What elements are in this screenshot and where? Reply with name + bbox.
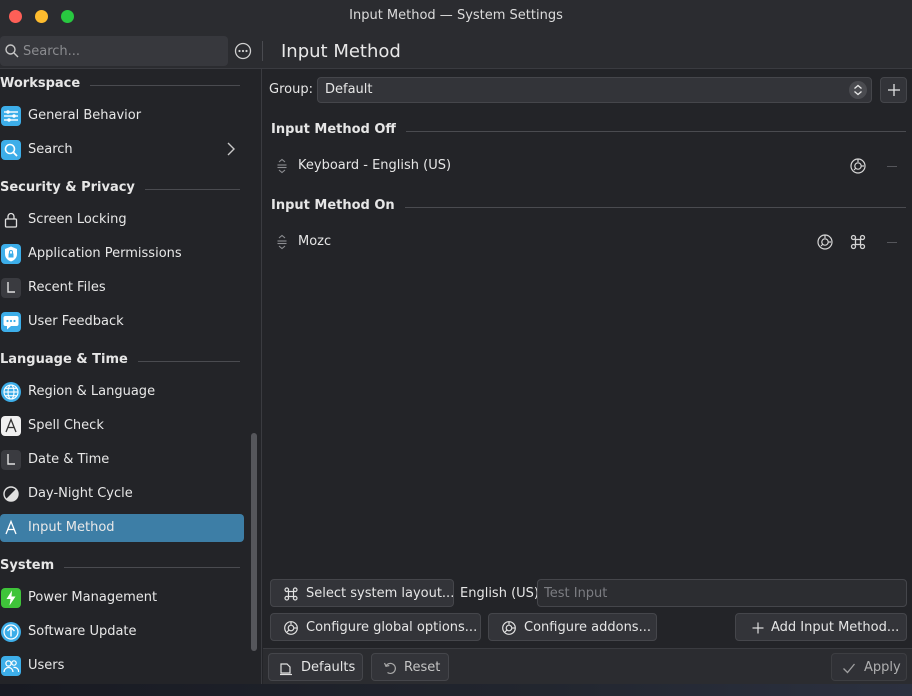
- sidebar-item-day-night-cycle[interactable]: Day-Night Cycle: [0, 480, 244, 508]
- footer-bar: Defaults Reset Apply: [263, 649, 912, 684]
- sidebar-item-spell-check[interactable]: Spell Check: [0, 412, 244, 440]
- plus-icon: [887, 83, 901, 97]
- title-bar: Input Method — System Settings: [0, 0, 912, 33]
- sidebar-item-region-language[interactable]: Region & Language: [0, 378, 244, 406]
- globe-icon: [1, 382, 21, 402]
- day-night-icon: [1, 484, 21, 504]
- spell-check-icon: [1, 416, 21, 436]
- sidebar-item-date-time[interactable]: Date & Time: [0, 446, 244, 474]
- sidebar-item-software-update[interactable]: Software Update: [0, 618, 244, 646]
- search-icon: [4, 43, 20, 59]
- drag-handle-icon[interactable]: [276, 158, 288, 174]
- sidebar-item-general-behavior[interactable]: General Behavior: [0, 102, 244, 130]
- plus-icon: [750, 620, 766, 636]
- search-icon: [1, 140, 21, 160]
- gear-icon: [501, 620, 517, 636]
- category-security-privacy: Security & Privacy: [0, 179, 240, 199]
- search-box[interactable]: [0, 36, 228, 66]
- hamburger-menu-icon[interactable]: [234, 42, 252, 60]
- update-icon: [1, 622, 21, 642]
- reset-button[interactable]: Reset: [371, 653, 449, 681]
- drag-handle-icon[interactable]: [276, 234, 288, 250]
- chevron-right-icon: [225, 142, 237, 156]
- undo-icon: [382, 660, 398, 676]
- defaults-icon: [278, 660, 294, 676]
- add-input-method-button[interactable]: Add Input Method...: [735, 613, 907, 641]
- shield-icon: [1, 244, 21, 264]
- header-separator: [262, 41, 263, 61]
- configure-addons-button[interactable]: Configure addons...: [488, 613, 657, 641]
- configure-global-options-button[interactable]: Configure global options...: [270, 613, 481, 641]
- sidebar-item-input-method[interactable]: Input Method: [0, 514, 244, 542]
- checkmark-icon: [841, 660, 857, 676]
- apply-button[interactable]: Apply: [831, 653, 907, 681]
- add-group-button[interactable]: [880, 77, 907, 103]
- configure-gear-icon[interactable]: [816, 233, 834, 251]
- layout-command-icon[interactable]: [849, 233, 867, 251]
- users-icon: [1, 656, 21, 676]
- input-method-row-mozc[interactable]: Mozc: [271, 227, 906, 257]
- main-panel: Group: Default Input Method Off Keyboard…: [263, 70, 912, 684]
- recent-files-icon: [1, 278, 21, 298]
- current-layout-label: English (US): [460, 586, 539, 601]
- group-label: Group:: [269, 82, 313, 97]
- category-system: System: [0, 557, 240, 577]
- remove-disabled-icon: [887, 242, 897, 243]
- page-title: Input Method: [281, 41, 401, 62]
- input-method-icon: [1, 518, 21, 538]
- chevron-up-down-icon: [849, 81, 867, 99]
- sidebar-item-recent-files[interactable]: Recent Files: [0, 274, 244, 302]
- command-icon: [283, 586, 299, 602]
- feedback-icon: [1, 312, 21, 332]
- group-combobox[interactable]: Default: [317, 77, 872, 103]
- header-bar: Input Method: [0, 33, 912, 69]
- sidebar-item-power-management[interactable]: Power Management: [0, 584, 244, 612]
- configure-gear-icon[interactable]: [849, 157, 867, 175]
- remove-disabled-icon: [887, 166, 897, 167]
- sidebar-item-search[interactable]: Search: [0, 136, 244, 164]
- defaults-button[interactable]: Defaults: [268, 653, 363, 681]
- desktop-background: [0, 684, 912, 696]
- sidebar: Workspace General Behavior Search Securi…: [0, 69, 262, 684]
- window-title: Input Method — System Settings: [349, 8, 563, 23]
- section-input-method-on: Input Method On: [271, 197, 906, 217]
- sliders-icon: [1, 106, 21, 126]
- system-settings-window: Input Method — System Settings Input Met…: [0, 0, 912, 684]
- clock-icon: [1, 450, 21, 470]
- category-workspace: Workspace: [0, 75, 240, 95]
- sidebar-item-screen-locking[interactable]: Screen Locking: [0, 206, 244, 234]
- sidebar-item-users[interactable]: Users: [0, 652, 244, 680]
- category-language-time: Language & Time: [0, 351, 240, 371]
- gear-icon: [283, 620, 299, 636]
- sidebar-item-application-permissions[interactable]: Application Permissions: [0, 240, 244, 268]
- input-method-row-keyboard[interactable]: Keyboard - English (US): [271, 151, 906, 181]
- search-input[interactable]: [23, 42, 218, 60]
- section-input-method-off: Input Method Off: [271, 121, 906, 141]
- test-input-field[interactable]: [537, 579, 907, 607]
- select-system-layout-button[interactable]: Select system layout...: [270, 579, 454, 607]
- sidebar-scrollbar-thumb[interactable]: [251, 433, 257, 651]
- power-icon: [1, 588, 21, 608]
- lock-icon: [1, 210, 21, 230]
- sidebar-item-user-feedback[interactable]: User Feedback: [0, 308, 244, 336]
